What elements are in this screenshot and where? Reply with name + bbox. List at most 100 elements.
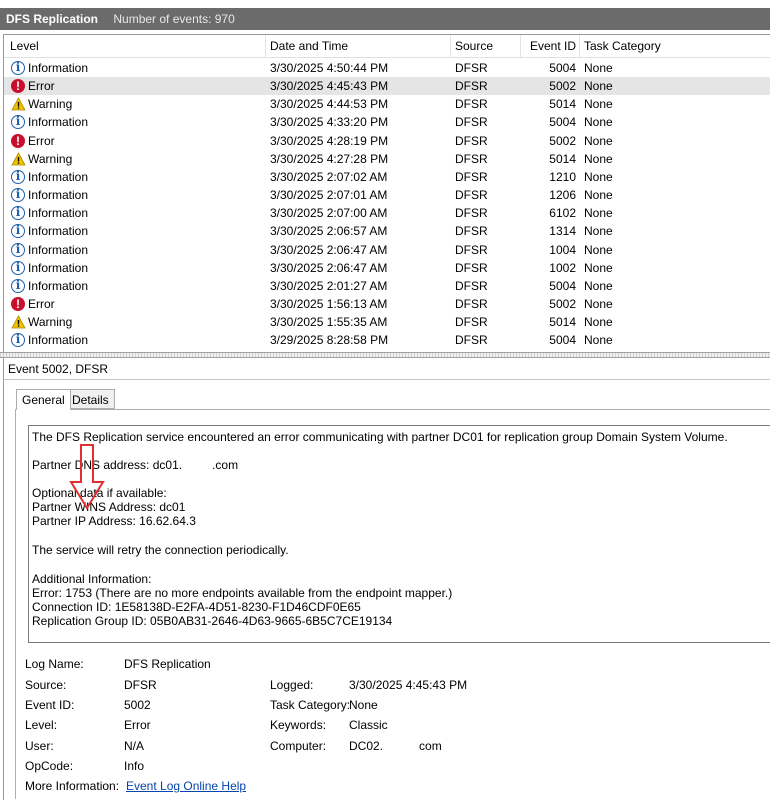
event-row[interactable]: i Information 3/30/2025 2:07:00 AM DFSR 6102… — [4, 204, 770, 222]
event-id: 1002 — [549, 260, 576, 275]
user-value: N/A — [124, 739, 145, 753]
event-task-category: None — [584, 169, 613, 184]
computer-label: Computer: — [270, 739, 327, 753]
event-row[interactable]: ! Error 3/30/2025 4:28:19 PM DFSR 5002 None — [4, 132, 770, 150]
event-level: Warning — [28, 151, 73, 166]
computer-prefix: DC02. — [349, 739, 384, 753]
event-id: 5004 — [549, 278, 576, 293]
event-source: DFSR — [455, 97, 488, 112]
event-date: 3/30/2025 4:50:44 PM — [270, 61, 389, 75]
error-code-line: Error: 1753 (There are no more endpoints… — [32, 586, 453, 600]
task-category-value: None — [349, 698, 378, 712]
event-level: Error — [28, 79, 55, 94]
event-id: 5014 — [549, 151, 576, 166]
opcode-label: OpCode: — [25, 759, 74, 773]
column-event-id[interactable]: Event ID — [530, 39, 576, 53]
tab-details[interactable]: Details — [66, 389, 115, 409]
event-date: 3/30/2025 2:07:00 AM — [270, 206, 388, 221]
event-date: 3/30/2025 2:06:47 AM — [270, 242, 388, 257]
column-date[interactable]: Date and Time — [270, 39, 348, 53]
event-date: 3/30/2025 2:07:01 AM — [270, 188, 388, 203]
event-level: Information — [28, 188, 89, 203]
event-level: Information — [28, 333, 89, 348]
event-level: Warning — [28, 97, 73, 112]
event-task-category: None — [584, 206, 613, 221]
warning-icon — [11, 315, 26, 329]
event-id: 5004 — [549, 115, 576, 130]
event-source: DFSR — [455, 333, 488, 348]
connection-id-line: Connection ID: 1E58138D-E2FA-4D51-8230-F… — [32, 600, 361, 614]
event-id: 1004 — [549, 242, 576, 257]
event-source: DFSR — [455, 242, 488, 257]
event-log-help-link[interactable]: Event Log Online Help — [126, 779, 246, 793]
event-list[interactable]: Level Date and Time Source Event ID Task… — [3, 34, 770, 352]
event-row[interactable]: i Information 3/30/2025 2:01:27 AM DFSR 5004… — [4, 277, 770, 295]
event-id-value: 5002 — [124, 698, 151, 712]
event-row[interactable]: i Information 3/30/2025 4:50:44 PM DFSR 5004… — [4, 59, 770, 77]
event-task-category: None — [584, 278, 613, 293]
computer-suffix: com — [419, 739, 442, 753]
log-name-label: Log Name: — [25, 657, 84, 671]
partner-wins-line: Partner WINS Address: dc01 — [32, 500, 186, 514]
event-source: DFSR — [455, 169, 488, 184]
event-row[interactable]: i Information 3/30/2025 2:06:57 AM DFSR 1314… — [4, 222, 770, 240]
event-row[interactable]: Warning 3/30/2025 1:55:35 AM DFSR 5014 None — [4, 313, 770, 331]
warning-icon — [11, 151, 26, 166]
event-task-category: None — [584, 115, 613, 130]
event-id: 5002 — [549, 296, 576, 311]
event-row[interactable]: ! Error 3/30/2025 1:56:13 AM DFSR 5002 None — [4, 295, 770, 313]
event-id: 1206 — [549, 188, 576, 203]
event-source: DFSR — [455, 115, 488, 130]
event-row[interactable]: i Information 3/30/2025 2:06:47 AM DFSR 1002… — [4, 259, 770, 277]
event-task-category: None — [584, 97, 613, 112]
event-source: DFSR — [455, 296, 488, 311]
additional-info-line: Additional Information: — [32, 572, 152, 586]
source-label: Source: — [25, 678, 67, 692]
event-task-category: None — [584, 260, 613, 275]
error-icon: ! — [11, 296, 25, 311]
info-icon: i — [11, 333, 25, 348]
info-icon: i — [11, 224, 25, 239]
more-info-label: More Information: — [25, 779, 120, 793]
event-row[interactable]: Warning 3/30/2025 4:44:53 PM DFSR 5014 None — [4, 95, 770, 113]
event-source: DFSR — [455, 206, 488, 221]
info-icon: i — [11, 188, 25, 203]
logged-value: 3/30/2025 4:45:43 PM — [349, 678, 468, 692]
event-id: 1210 — [549, 169, 576, 184]
event-id: 5002 — [549, 133, 576, 148]
info-icon: i — [11, 242, 25, 257]
event-row[interactable]: Warning 3/30/2025 4:27:28 PM DFSR 5014 None — [4, 150, 770, 168]
event-task-category: None — [584, 224, 613, 239]
event-date: 3/30/2025 4:45:43 PM — [270, 79, 389, 94]
event-id: 5002 — [549, 79, 576, 94]
event-id: 5014 — [549, 97, 576, 112]
column-level[interactable]: Level — [10, 39, 39, 53]
retry-line: The service will retry the connection pe… — [32, 543, 289, 557]
column-task-category[interactable]: Task Category — [584, 39, 661, 53]
column-source[interactable]: Source — [455, 39, 493, 53]
detail-header: Event 5002, DFSR — [3, 358, 770, 380]
event-level: Information — [28, 206, 89, 221]
event-date: 3/30/2025 4:28:19 PM — [270, 133, 389, 148]
event-source: DFSR — [455, 315, 488, 330]
event-source: DFSR — [455, 224, 488, 239]
event-level: Information — [28, 115, 89, 130]
event-source: DFSR — [455, 188, 488, 203]
event-row[interactable]: i Information 3/30/2025 4:33:20 PM DFSR 5004… — [4, 113, 770, 131]
keywords-value: Classic — [349, 718, 388, 732]
event-source: DFSR — [455, 260, 488, 275]
event-task-category: None — [584, 333, 613, 348]
event-id: 5004 — [549, 333, 576, 348]
event-id: 6102 — [549, 206, 576, 221]
event-row[interactable]: i Information 3/30/2025 2:07:01 AM DFSR 1206… — [4, 186, 770, 204]
event-date: 3/30/2025 2:06:47 AM — [270, 260, 388, 275]
tab-general[interactable]: General — [16, 389, 71, 410]
event-row[interactable]: i Information 3/30/2025 2:06:47 AM DFSR 1004… — [4, 241, 770, 259]
event-row[interactable]: i Information 3/29/2025 8:28:58 PM DFSR 5004… — [4, 331, 770, 349]
event-row[interactable]: ! Error 3/30/2025 4:45:43 PM DFSR 5002 None — [4, 77, 770, 96]
event-id: 5014 — [549, 315, 576, 330]
logged-label: Logged: — [270, 678, 314, 692]
event-date: 3/30/2025 1:55:35 AM — [270, 315, 388, 330]
event-task-category: None — [584, 151, 613, 166]
event-row[interactable]: i Information 3/30/2025 2:07:02 AM DFSR 1210… — [4, 168, 770, 186]
